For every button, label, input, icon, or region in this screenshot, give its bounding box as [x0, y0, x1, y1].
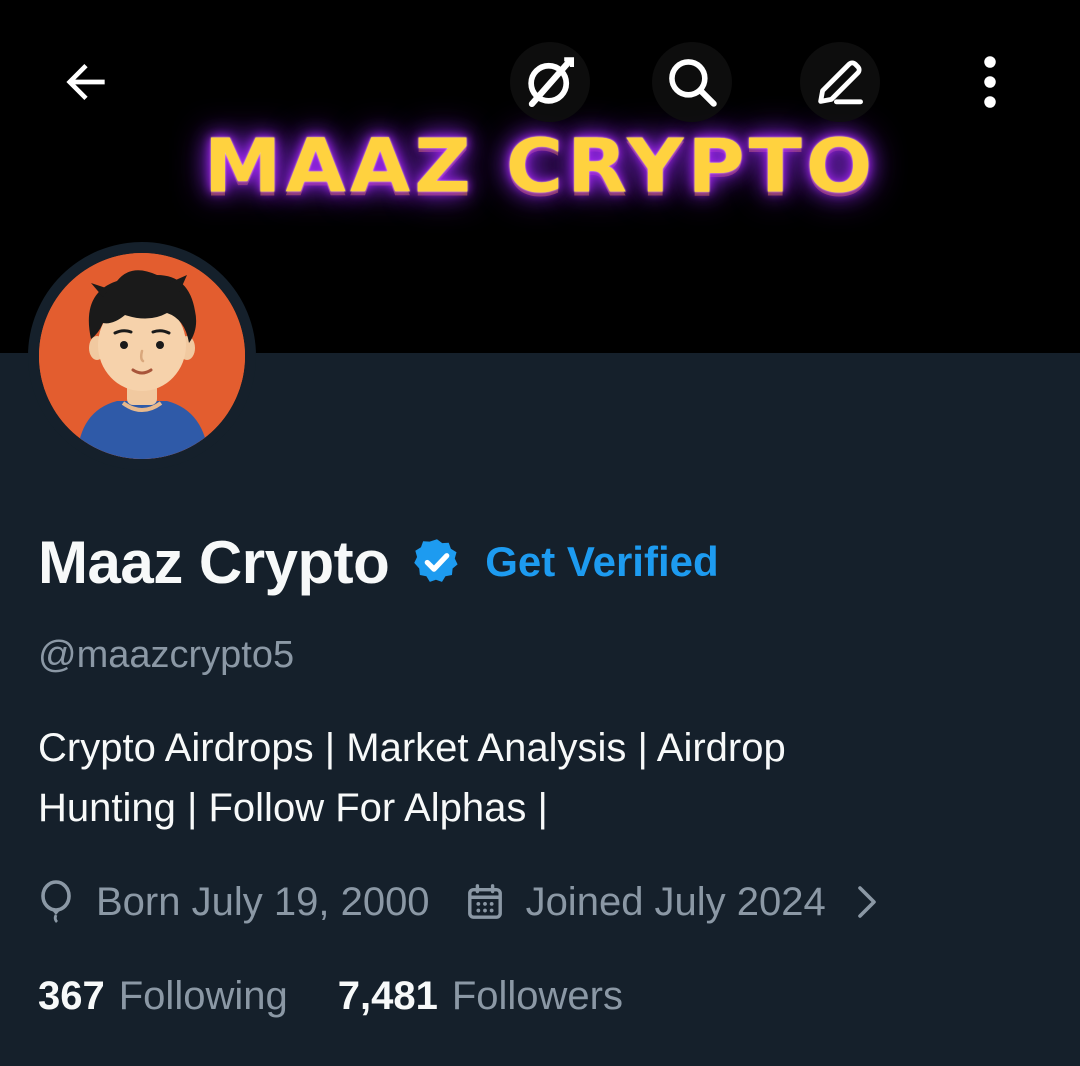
grok-icon: [528, 57, 575, 108]
display-name: Maaz Crypto: [38, 528, 390, 596]
birthday-text: Born July 19, 2000: [96, 879, 430, 924]
chevron-right-icon[interactable]: [856, 884, 878, 920]
profile-page: MAAZ CRYPTO Maaz Crypto Get Verified @ma…: [0, 0, 1080, 1066]
avatar-ring[interactable]: [28, 242, 256, 470]
bio-line-1: Crypto Airdrops | Market Analysis | Aird…: [38, 726, 786, 770]
joined-text: Joined July 2024: [525, 879, 826, 924]
back-button[interactable]: [46, 42, 126, 122]
verified-badge-icon[interactable]: [411, 536, 463, 588]
vertical-dots-icon: [984, 56, 996, 108]
balloon-icon: [41, 880, 71, 923]
follow-stats-row: 367 Following 7,481 Followers: [38, 966, 623, 1026]
following-label: Following: [118, 973, 288, 1018]
get-verified-link[interactable]: Get Verified: [485, 538, 718, 586]
search-icon: [669, 59, 717, 107]
name-row: Maaz Crypto Get Verified: [38, 522, 719, 602]
followers-label: Followers: [451, 973, 623, 1018]
edit-button[interactable]: [800, 42, 880, 122]
birthday-item: Born July 19, 2000: [38, 880, 430, 925]
username-handle: @maazcrypto5: [38, 634, 295, 676]
avatar-illustration: [39, 253, 245, 459]
joined-item: Joined July 2024: [466, 880, 826, 925]
search-button[interactable]: [652, 42, 732, 122]
followers-count: 7,481: [337, 973, 438, 1018]
profile-meta-row[interactable]: Born July 19, 2000 Joined July 2024: [38, 872, 878, 932]
avatar[interactable]: [39, 253, 245, 459]
bio-line-2: Hunting | Follow For Alphas |: [38, 786, 548, 830]
grok-button[interactable]: [510, 42, 590, 122]
more-options-button[interactable]: [950, 42, 1030, 122]
arrow-left-icon: [66, 64, 105, 100]
following-count: 367: [38, 973, 105, 1018]
banner-title: MAAZ CRYPTO: [203, 124, 877, 210]
pencil-icon: [818, 60, 863, 105]
calendar-icon: [467, 884, 502, 919]
following-stat[interactable]: 367 Following: [38, 974, 288, 1019]
followers-stat[interactable]: 7,481 Followers: [338, 974, 623, 1019]
bio: Crypto Airdrops | Market Analysis | Aird…: [38, 718, 1038, 838]
